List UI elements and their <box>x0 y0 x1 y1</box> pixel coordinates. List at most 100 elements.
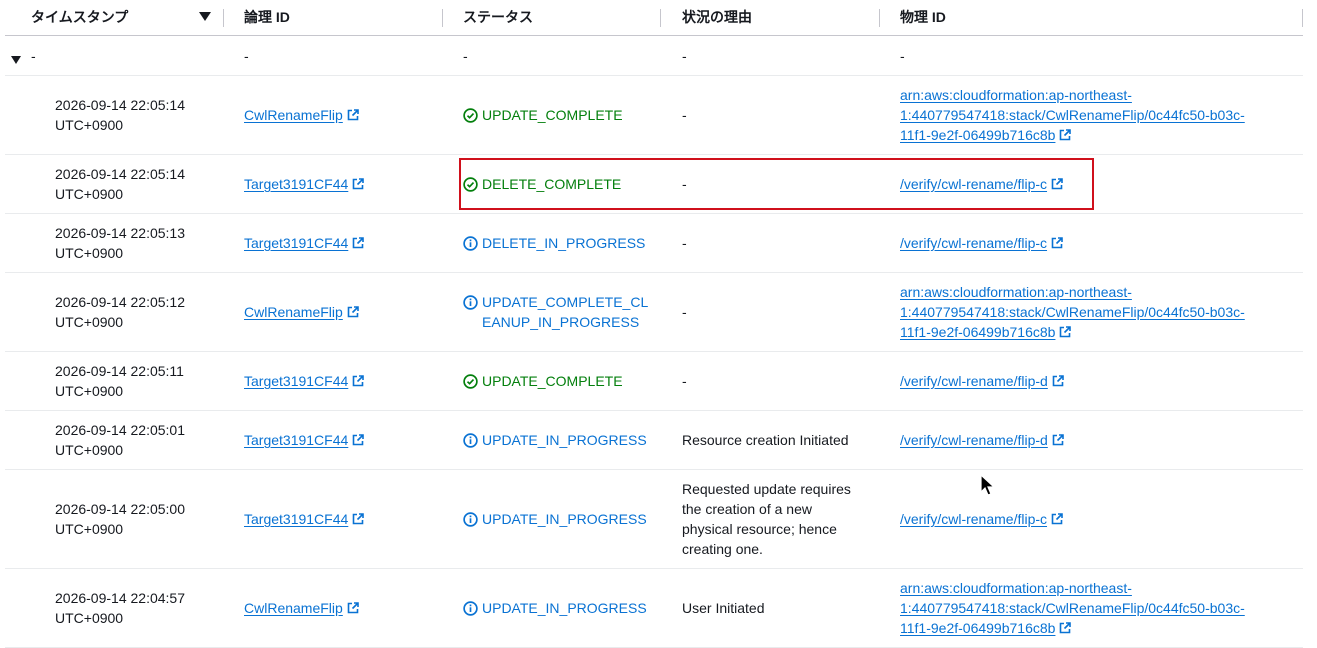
info-circle-icon <box>463 236 478 251</box>
header-timestamp[interactable]: タイムスタンプ <box>31 0 128 35</box>
status-reason-cell: - <box>682 155 872 213</box>
logical-id-link[interactable]: Target3191CF44 <box>244 511 348 527</box>
status-text: UPDATE_COMPLETE <box>482 107 623 123</box>
logical-id-link[interactable]: CwlRenameFlip <box>244 304 343 320</box>
table-row: 2026-09-14 22:05:14 UTC+0900 Target3191CF4… <box>5 155 1303 214</box>
sort-desc-icon[interactable] <box>199 12 211 21</box>
logical-id-link[interactable]: Target3191CF44 <box>244 432 348 448</box>
status-cell: UPDATE_COMPLETE <box>463 76 673 154</box>
logical-id-cell: Target3191CF44 <box>244 411 444 469</box>
timestamp-cell: 2026-09-14 22:05:12 UTC+0900 <box>55 273 225 351</box>
status-text: UPDATE_IN_PROGRESS <box>482 432 647 448</box>
timestamp-timezone: UTC+0900 <box>55 442 124 458</box>
physical-id-link[interactable]: arn:aws:cloudformation:ap-northeast- <box>900 580 1132 596</box>
external-link-icon <box>1051 178 1063 190</box>
physical-id-link[interactable]: /verify/cwl-rename/flip-d <box>900 432 1048 448</box>
timestamp-timezone: UTC+0900 <box>55 314 124 330</box>
status-cell: DELETE_IN_PROGRESS <box>463 214 673 272</box>
header-status-reason[interactable]: 状況の理由 <box>682 0 752 35</box>
group-status: - <box>463 47 468 64</box>
external-link-icon <box>1052 434 1064 446</box>
table-row: 2026-09-14 22:05:14 UTC+0900 CwlRenameFlip… <box>5 76 1303 155</box>
timestamp-timezone: UTC+0900 <box>55 117 124 133</box>
timestamp-date: 2026-09-14 22:05:00 <box>55 501 185 517</box>
table-row: 2026-09-14 22:05:13 UTC+0900 Target3191CF4… <box>5 214 1303 273</box>
physical-id-link[interactable]: /verify/cwl-rename/flip-c <box>900 176 1047 192</box>
mouse-pointer-icon <box>980 474 996 496</box>
external-link-icon <box>1060 129 1072 141</box>
logical-id-link[interactable]: CwlRenameFlip <box>244 107 343 123</box>
physical-id-cell: /verify/cwl-rename/flip-c <box>900 214 1300 272</box>
logical-id-link[interactable]: Target3191CF44 <box>244 176 348 192</box>
external-link-icon <box>352 513 365 525</box>
timestamp-timezone: UTC+0900 <box>55 186 124 202</box>
timestamp-date: 2026-09-14 22:05:11 <box>55 363 184 379</box>
status-reason-text: the creation of a new <box>682 501 812 517</box>
timestamp-cell: 2026-09-14 22:05:13 UTC+0900 <box>55 214 225 272</box>
status-cell: DELETE_COMPLETE <box>463 155 673 213</box>
group-timestamp: - <box>31 47 36 64</box>
timestamp-date: 2026-09-14 22:05:14 <box>55 97 185 113</box>
external-link-icon <box>352 434 365 446</box>
column-divider[interactable] <box>660 9 661 27</box>
logical-id-link[interactable]: CwlRenameFlip <box>244 600 343 616</box>
table-row: 2026-09-14 22:05:11 UTC+0900 Target3191CF4… <box>5 352 1303 411</box>
table-row: 2026-09-14 22:05:12 UTC+0900 CwlRenameFlip… <box>5 273 1303 352</box>
group-logical-id: - <box>244 47 249 64</box>
status-reason-text: Requested update requires <box>682 481 851 497</box>
physical-id-link[interactable]: /verify/cwl-rename/flip-d <box>900 373 1048 389</box>
physical-id-cell: /verify/cwl-rename/flip-d <box>900 411 1300 469</box>
physical-id-link[interactable]: /verify/cwl-rename/flip-c <box>900 511 1047 527</box>
logical-id-cell: Target3191CF44 <box>244 214 444 272</box>
physical-id-link[interactable]: arn:aws:cloudformation:ap-northeast- <box>900 284 1132 300</box>
physical-id-link[interactable]: 1:440779547418:stack/CwlRenameFlip/0c44f… <box>900 107 1245 123</box>
physical-id-link[interactable]: 11f1-9e2f-06499b716c8b <box>900 620 1055 636</box>
column-divider[interactable] <box>442 9 443 27</box>
status-reason-text: - <box>682 107 687 123</box>
logical-id-cell: Target3191CF44 <box>244 155 444 213</box>
timestamp-date: 2026-09-14 22:05:01 <box>55 422 185 438</box>
status-reason-cell: Requested update requires the creation of… <box>682 470 872 568</box>
header-logical-id[interactable]: 論理 ID <box>244 0 290 35</box>
timestamp-timezone: UTC+0900 <box>55 383 124 399</box>
timestamp-date: 2026-09-14 22:05:13 <box>55 225 185 241</box>
status-reason-text: User Initiated <box>682 600 765 616</box>
check-circle-icon <box>463 374 478 389</box>
status-text: UPDATE_IN_PROGRESS <box>482 600 647 616</box>
physical-id-cell: /verify/cwl-rename/flip-c <box>900 470 1300 568</box>
status-reason-text: physical resource; hence <box>682 521 837 537</box>
physical-id-link[interactable]: /verify/cwl-rename/flip-c <box>900 235 1047 251</box>
external-link-icon <box>1052 375 1064 387</box>
column-divider[interactable] <box>223 9 224 27</box>
external-link-icon <box>352 178 365 190</box>
column-divider[interactable] <box>879 9 880 27</box>
column-divider[interactable] <box>1302 9 1303 27</box>
expand-caret-icon[interactable] <box>11 56 21 64</box>
physical-id-cell: /verify/cwl-rename/flip-d <box>900 352 1300 410</box>
physical-id-link[interactable]: 1:440779547418:stack/CwlRenameFlip/0c44f… <box>900 600 1245 616</box>
logical-id-cell: CwlRenameFlip <box>244 76 444 154</box>
header-status[interactable]: ステータス <box>463 0 533 35</box>
physical-id-cell: arn:aws:cloudformation:ap-northeast- 1:44… <box>900 76 1300 154</box>
status-reason-text: - <box>682 373 687 389</box>
physical-id-cell: /verify/cwl-rename/flip-c <box>900 155 1300 213</box>
status-cell: UPDATE_IN_PROGRESS <box>463 411 673 469</box>
logical-id-link[interactable]: Target3191CF44 <box>244 373 348 389</box>
logical-id-link[interactable]: Target3191CF44 <box>244 235 348 251</box>
physical-id-link[interactable]: 11f1-9e2f-06499b716c8b <box>900 127 1055 143</box>
status-cell: UPDATE_COMPLETE_CL EANUP_IN_PROGRESS <box>463 273 673 351</box>
external-link-icon <box>352 375 365 387</box>
status-reason-cell: Resource creation Initiated <box>682 411 872 469</box>
timestamp-date: 2026-09-14 22:05:12 <box>55 294 185 310</box>
status-cell: UPDATE_IN_PROGRESS <box>463 470 673 568</box>
header-physical-id[interactable]: 物理 ID <box>900 0 946 35</box>
physical-id-link[interactable]: 1:440779547418:stack/CwlRenameFlip/0c44f… <box>900 304 1245 320</box>
logical-id-cell: Target3191CF44 <box>244 352 444 410</box>
timestamp-date: 2026-09-14 22:05:14 <box>55 166 185 182</box>
physical-id-link[interactable]: arn:aws:cloudformation:ap-northeast- <box>900 87 1132 103</box>
external-link-icon <box>1051 237 1063 249</box>
timestamp-timezone: UTC+0900 <box>55 610 124 626</box>
physical-id-link[interactable]: 11f1-9e2f-06499b716c8b <box>900 324 1055 340</box>
check-circle-icon <box>463 177 478 192</box>
status-text: EANUP_IN_PROGRESS <box>482 314 640 330</box>
